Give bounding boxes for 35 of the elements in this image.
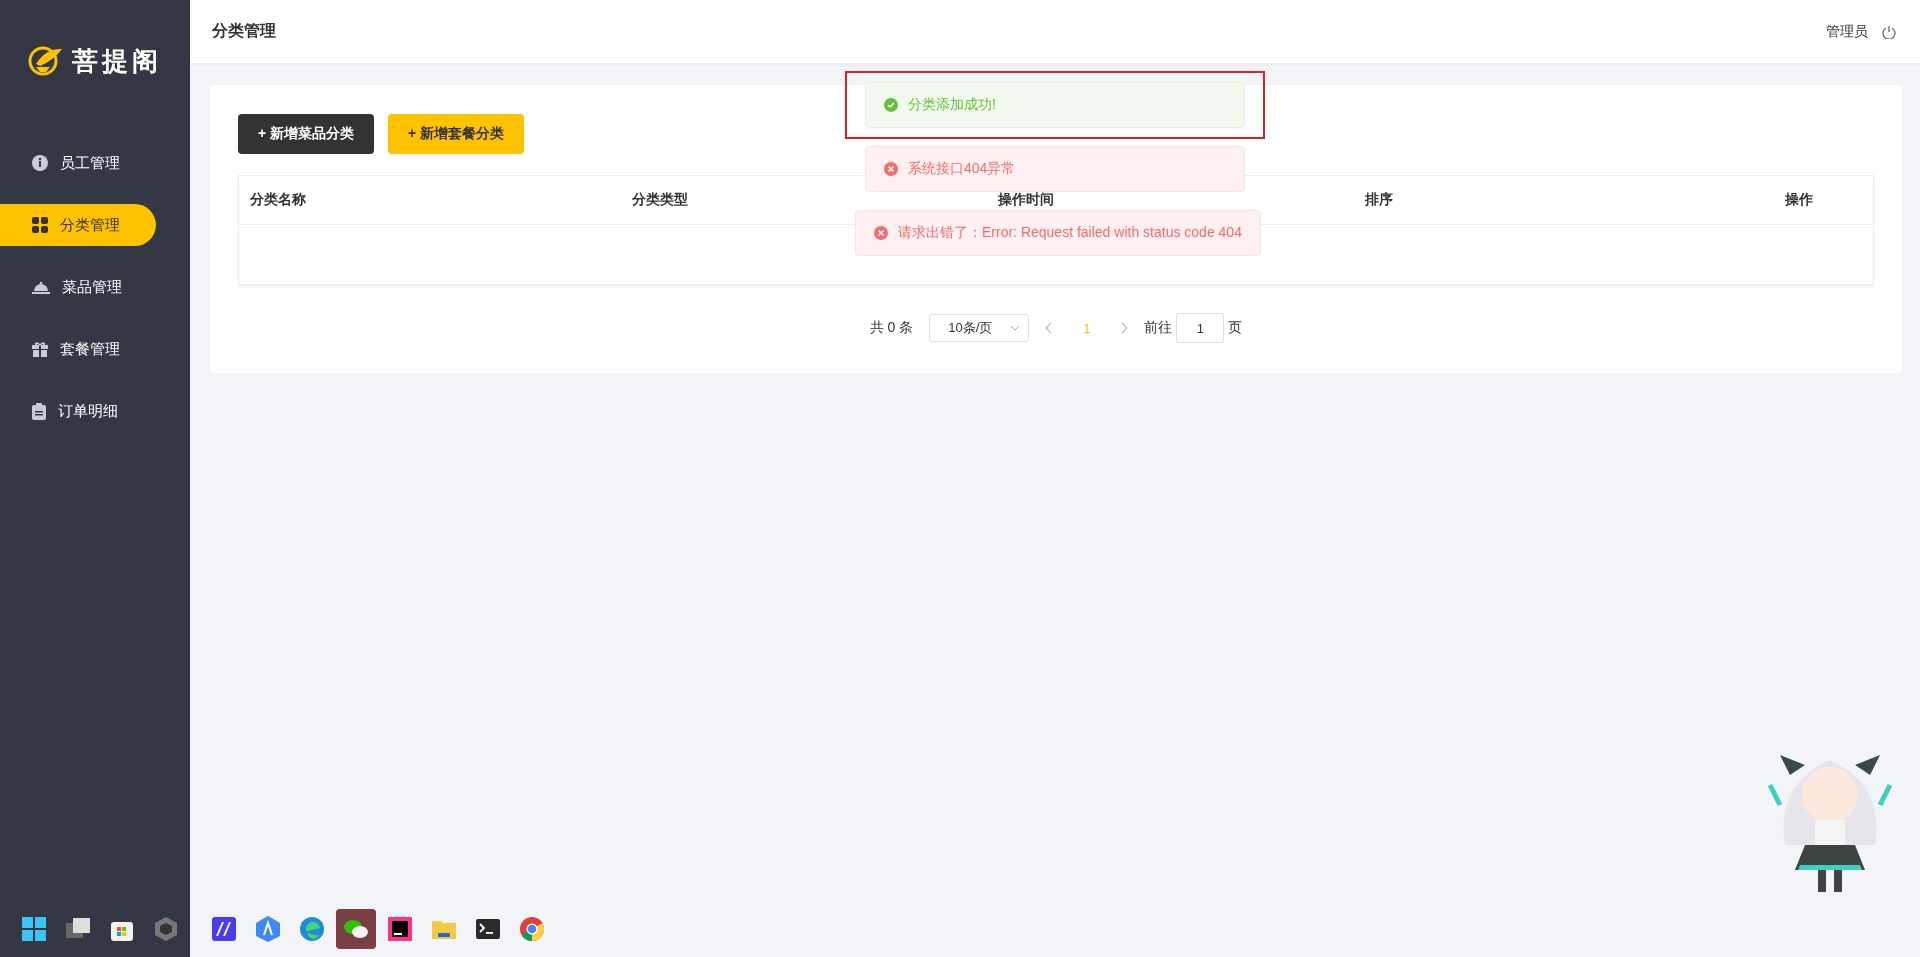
grid-icon [32, 217, 48, 233]
user-name: 管理员 [1826, 22, 1868, 41]
column-header: 分类名称 [249, 191, 306, 209]
logo-icon [28, 46, 64, 76]
message-toast: 分类添加成功! [865, 82, 1245, 128]
cloche-icon [32, 280, 50, 294]
message-toast: 请求出错了：Error: Request failed with status code 404 [855, 210, 1261, 256]
column-header: 排序 [1364, 191, 1393, 209]
goto-label: 前往 [1144, 319, 1173, 337]
chevron-down-icon [1010, 325, 1021, 331]
clipboard-icon [32, 402, 46, 420]
logo-text: 菩提阁 [72, 44, 162, 78]
sidebar-item[interactable]: 套餐管理 [0, 328, 156, 370]
add-button[interactable]: + 新增套餐分类 [388, 114, 525, 154]
column-header: 操作 [1784, 191, 1814, 209]
page-unit: 页 [1228, 319, 1243, 337]
error-icon [874, 226, 888, 240]
add-button[interactable]: + 新增菜品分类 [238, 114, 375, 154]
column-header: 操作时间 [997, 191, 1054, 209]
sidebar-item[interactable]: 分类管理 [0, 204, 156, 246]
error-icon [884, 162, 898, 176]
column-header: 分类类型 [631, 191, 688, 209]
success-icon [884, 98, 898, 112]
sidebar-item[interactable]: 菜品管理 [0, 266, 156, 308]
message-toast: 系统接口404异常 [865, 146, 1245, 192]
page-title: 分类管理 [212, 21, 276, 41]
app-icon[interactable] [253, 913, 283, 944]
info-icon [32, 155, 48, 171]
gift-icon [32, 341, 48, 357]
page-input[interactable]: 1 [1176, 313, 1225, 343]
total-count: 共 0 条 [869, 319, 914, 337]
power-icon[interactable] [1882, 24, 1896, 39]
sidebar-item[interactable]: 员工管理 [0, 142, 156, 184]
sidebar-item[interactable]: 订单明细 [0, 390, 156, 432]
page-size-select[interactable]: 10条/页 [929, 314, 1030, 342]
